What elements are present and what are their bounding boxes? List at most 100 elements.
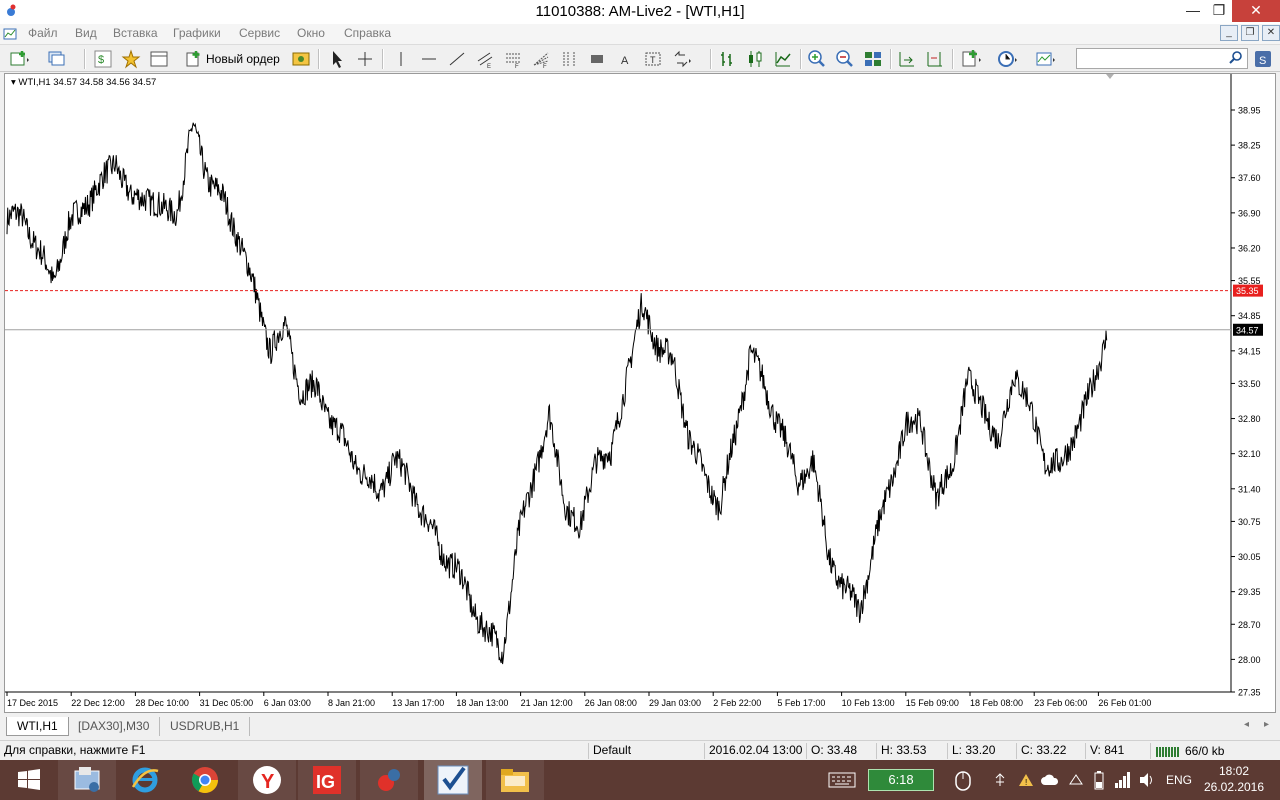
status-high: H: 33.53 bbox=[876, 743, 926, 759]
periods-clock-icon[interactable] bbox=[996, 48, 1018, 70]
crosshair-tool-icon[interactable] bbox=[354, 48, 376, 70]
mdi-minimize-button[interactable]: _ bbox=[1220, 25, 1238, 41]
search-icon[interactable] bbox=[1229, 51, 1243, 65]
chart-window-icon[interactable] bbox=[3, 27, 17, 41]
fibonacci-retracement-icon[interactable]: F bbox=[502, 48, 524, 70]
horizontal-line-icon[interactable] bbox=[418, 48, 440, 70]
tab-wti-h1[interactable]: WTI,H1 bbox=[6, 717, 69, 736]
price-tick-label: 38.25 bbox=[1238, 141, 1261, 151]
menu-help[interactable]: Справка bbox=[344, 26, 391, 40]
chart-window[interactable]: 38.95 38.25 37.60 36.90 36.20 35.55 34.85 34.15… bbox=[4, 73, 1276, 713]
price-tick-label: 37.60 bbox=[1238, 173, 1261, 183]
cursor-tool-icon[interactable] bbox=[326, 48, 348, 70]
mouse-icon[interactable] bbox=[954, 770, 972, 792]
price-tick-label: 28.70 bbox=[1238, 620, 1261, 630]
zoom-out-icon[interactable] bbox=[834, 48, 856, 70]
expert-advisors-icon[interactable] bbox=[290, 48, 312, 70]
taskbar-file-manager[interactable] bbox=[58, 760, 116, 800]
mdi-close-button[interactable]: ✕ bbox=[1262, 25, 1280, 41]
bar-chart-mode-icon[interactable] bbox=[716, 48, 738, 70]
file-manager-icon bbox=[74, 767, 100, 792]
taskbar-file-explorer[interactable] bbox=[486, 760, 544, 800]
price-chart[interactable]: 38.95 38.25 37.60 36.90 36.20 35.55 34.85 34.15… bbox=[5, 74, 1275, 712]
cloud-icon[interactable] bbox=[1040, 772, 1060, 788]
fibonacci-fan-icon[interactable]: F bbox=[530, 48, 552, 70]
battery-icon[interactable] bbox=[1094, 770, 1104, 790]
menu-charts[interactable]: Графики bbox=[173, 26, 221, 40]
menu-tools[interactable]: Сервис bbox=[239, 26, 280, 40]
rectangle-tool-icon[interactable] bbox=[586, 48, 608, 70]
price-series-line bbox=[6, 122, 1108, 665]
menu-insert[interactable]: Вставка bbox=[113, 26, 158, 40]
tab-usdrub-h1[interactable]: USDRUB,H1 bbox=[160, 717, 251, 736]
menu-window[interactable]: Окно bbox=[297, 26, 325, 40]
tray-usb-icon[interactable] bbox=[992, 772, 1008, 788]
taskbar-chrome[interactable] bbox=[176, 760, 234, 800]
line-chart-mode-icon[interactable] bbox=[772, 48, 794, 70]
taskbar-trading-app[interactable] bbox=[424, 760, 482, 800]
warning-flag-icon[interactable]: ! bbox=[1018, 772, 1034, 788]
candlestick-mode-icon[interactable] bbox=[744, 48, 766, 70]
text-label-tool-icon[interactable]: T bbox=[642, 48, 664, 70]
text-tool-icon[interactable]: A bbox=[614, 48, 636, 70]
current-price-tag-label: 34.57 bbox=[1236, 325, 1259, 335]
tabs-scroll-left-icon[interactable]: ◂ bbox=[1244, 719, 1249, 730]
arrows-tool-icon[interactable] bbox=[670, 48, 692, 70]
price-tick-label: 36.20 bbox=[1238, 243, 1261, 253]
main-toolbar: $ Новый ордер E F F A T S bbox=[0, 44, 1280, 72]
time-tick-label: 17 Dec 2015 bbox=[7, 698, 58, 708]
tile-windows-icon[interactable] bbox=[862, 48, 884, 70]
price-tick-label: 28.00 bbox=[1238, 655, 1261, 665]
time-tick-label: 31 Dec 05:00 bbox=[200, 698, 254, 708]
tabs-scroll-right-icon[interactable]: ▸ bbox=[1264, 719, 1269, 730]
keyboard-icon[interactable] bbox=[828, 772, 856, 788]
svg-text:F: F bbox=[543, 64, 547, 70]
connection-bars-icon bbox=[1156, 747, 1179, 757]
terminal-icon[interactable] bbox=[148, 48, 170, 70]
time-tick-label: 21 Jan 12:00 bbox=[521, 698, 573, 708]
tab-dax30-m30[interactable]: [DAX30],M30 bbox=[68, 717, 161, 736]
language-indicator[interactable]: ENG bbox=[1166, 760, 1192, 800]
vertical-line-icon[interactable] bbox=[390, 48, 412, 70]
status-low: L: 33.20 bbox=[947, 743, 995, 759]
new-order-button[interactable]: Новый ордер bbox=[184, 48, 280, 70]
start-button[interactable] bbox=[0, 760, 58, 800]
taskbar-ig-platform[interactable]: IG bbox=[298, 760, 356, 800]
fibonacci-timezones-icon[interactable] bbox=[558, 48, 580, 70]
action-center-icon[interactable] bbox=[1068, 772, 1084, 788]
time-tick-label: 8 Jan 21:00 bbox=[328, 698, 375, 708]
volume-icon[interactable] bbox=[1138, 771, 1156, 789]
zoom-in-icon[interactable] bbox=[806, 48, 828, 70]
search-input[interactable] bbox=[1076, 48, 1248, 69]
collapse-triangle-icon[interactable]: ▾ bbox=[11, 77, 16, 88]
time-tick-label: 13 Jan 17:00 bbox=[392, 698, 444, 708]
battery-time-indicator[interactable]: 6:18 bbox=[868, 769, 934, 791]
mdi-restore-button[interactable]: ❐ bbox=[1241, 25, 1259, 41]
equidistant-channel-icon[interactable]: E bbox=[474, 48, 496, 70]
templates-icon[interactable] bbox=[1034, 48, 1056, 70]
taskbar-yandex-browser[interactable]: Y bbox=[238, 760, 296, 800]
community-icon[interactable]: S bbox=[1252, 48, 1274, 70]
time-tick-label: 28 Dec 10:00 bbox=[135, 698, 189, 708]
trendline-icon[interactable] bbox=[446, 48, 468, 70]
status-connection[interactable]: 66/0 kb bbox=[1150, 743, 1224, 759]
restore-button[interactable]: ❐ bbox=[1204, 0, 1234, 22]
chart-shift-icon[interactable] bbox=[924, 48, 946, 70]
price-tick-label: 33.50 bbox=[1238, 379, 1261, 389]
close-button[interactable]: ✕ bbox=[1232, 0, 1280, 22]
menu-view[interactable]: Вид bbox=[75, 26, 97, 40]
auto-scroll-icon[interactable] bbox=[896, 48, 918, 70]
market-watch-icon[interactable]: $ bbox=[92, 48, 114, 70]
indicators-icon[interactable] bbox=[960, 48, 982, 70]
svg-text:E: E bbox=[487, 64, 491, 70]
new-chart-icon[interactable] bbox=[8, 48, 30, 70]
taskbar-metatrader[interactable] bbox=[360, 760, 418, 800]
signal-strength-icon[interactable] bbox=[1114, 771, 1132, 789]
menu-file[interactable]: Файл bbox=[28, 26, 58, 40]
profiles-icon[interactable] bbox=[46, 48, 68, 70]
taskbar-internet-explorer[interactable] bbox=[116, 760, 174, 800]
time-tick-label: 23 Feb 06:00 bbox=[1034, 698, 1087, 708]
navigator-icon[interactable] bbox=[120, 48, 142, 70]
chart-shift-marker-icon bbox=[1106, 74, 1114, 79]
system-clock[interactable]: 18:02 26.02.2016 bbox=[1196, 763, 1272, 795]
